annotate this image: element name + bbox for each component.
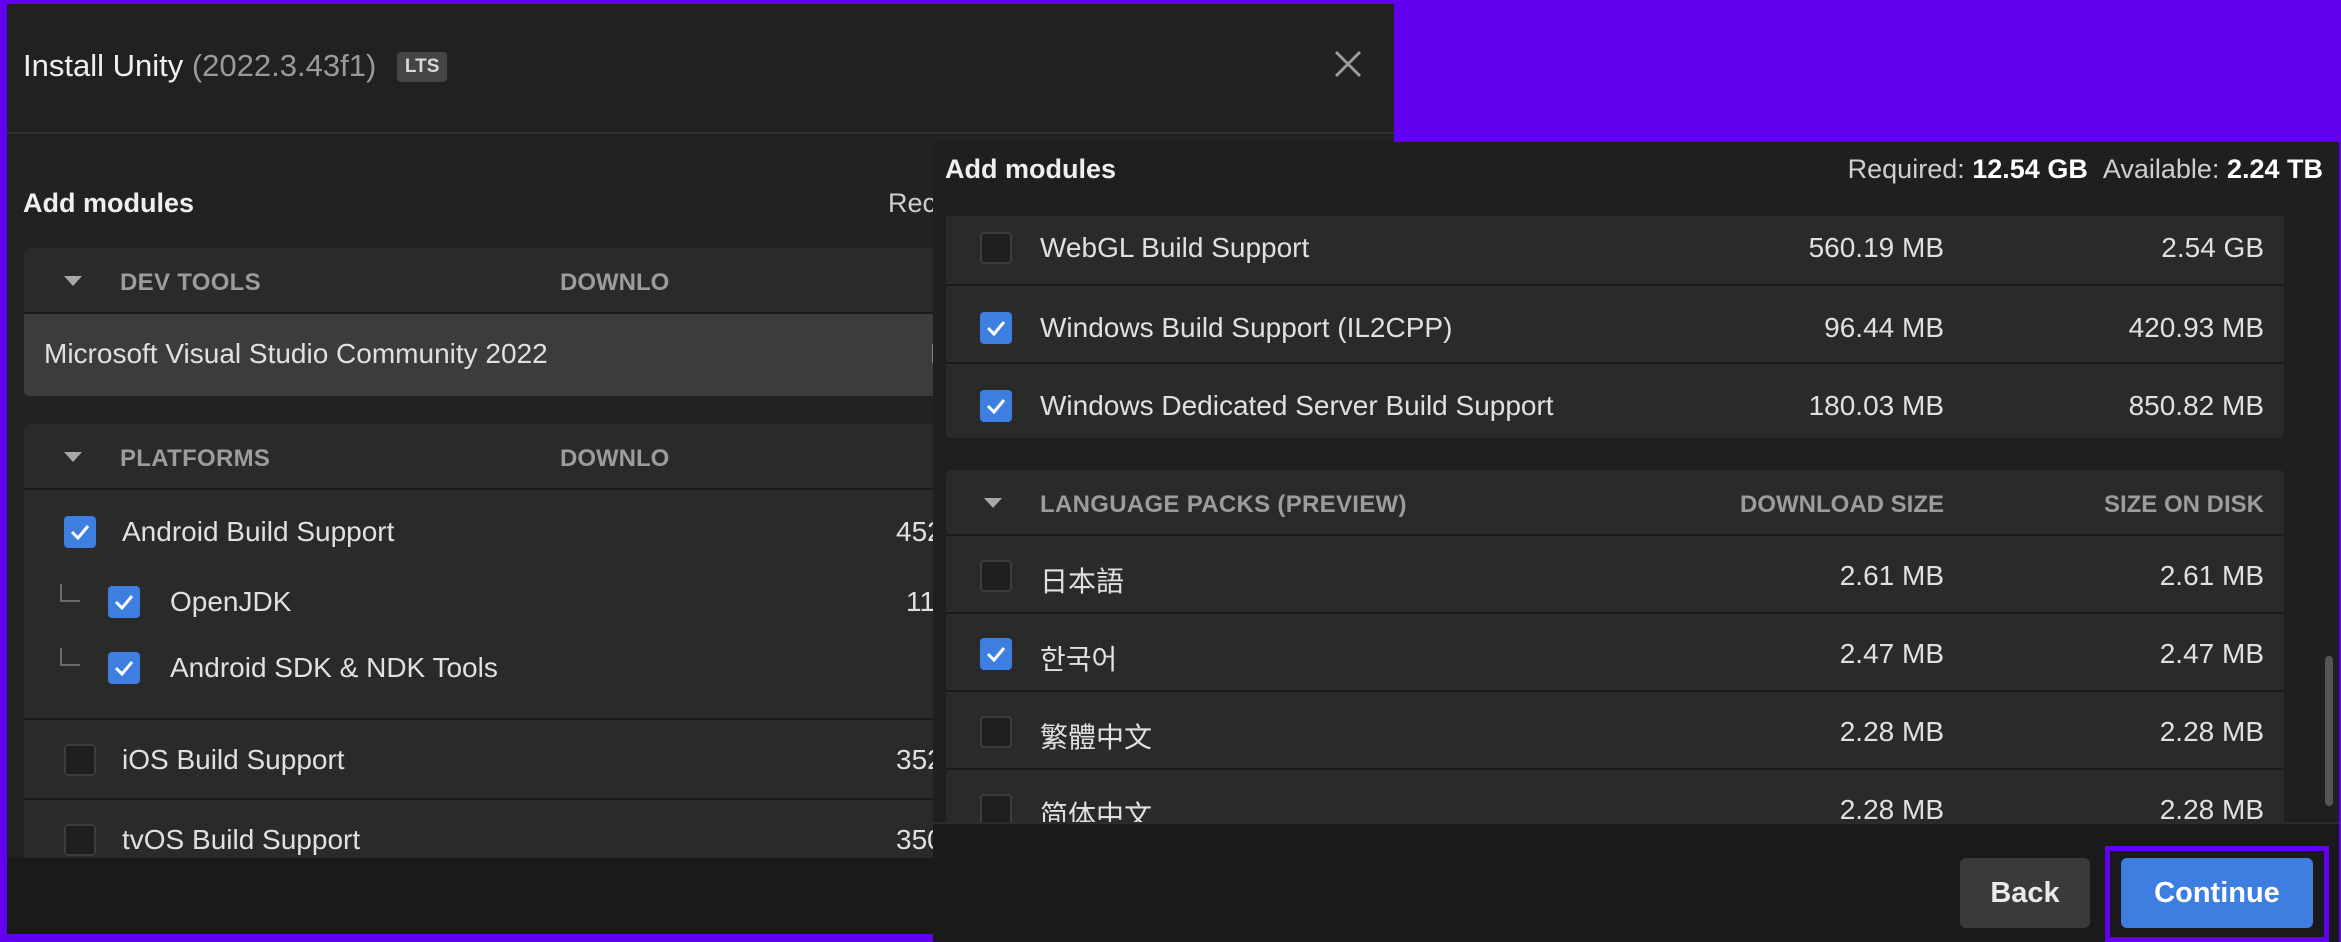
tree-connector <box>60 584 80 602</box>
add-modules-heading: Add modules <box>23 188 195 218</box>
required-label: Required: <box>1847 154 1965 184</box>
platforms-panel-continued: WebGL Build Support 560.19 MB 2.54 GB Wi… <box>946 216 2284 438</box>
disk-size: 2.28 MB <box>2159 794 2264 824</box>
item-label: 简体中文 <box>1040 800 1153 824</box>
download-size: 560.19 MB <box>1808 232 1944 263</box>
add-modules-heading: Add modules <box>945 154 1117 184</box>
group-name: DEV TOOLS <box>120 269 261 296</box>
download-size: 2.47 MB <box>1839 638 1944 669</box>
download-size: 96.44 MB <box>1824 312 1944 343</box>
disk-size: 2.28 MB <box>2159 716 2264 747</box>
checkbox-checked[interactable] <box>108 652 140 684</box>
download-size: 2.61 MB <box>1839 560 1944 591</box>
item-label: Android Build Support <box>122 516 395 547</box>
modules-scroll-area[interactable]: WebGL Build Support 560.19 MB 2.54 GB Wi… <box>933 216 2339 824</box>
language-packs-group-header[interactable]: LANGUAGE PACKS (PREVIEW) DOWNLOAD SIZE S… <box>946 470 2284 534</box>
title-text: Install Unity <box>23 48 184 83</box>
language-row[interactable]: 한국어 2.47 MB 2.47 MB <box>946 612 2284 692</box>
close-icon[interactable] <box>1328 44 1368 84</box>
platform-row[interactable]: Windows Build Support (IL2CPP) 96.44 MB … <box>946 284 2284 364</box>
checkmark-icon <box>986 647 1006 663</box>
required-value: 12.54 GB <box>1972 154 2088 184</box>
available-label: Available: <box>2102 154 2220 184</box>
back-button[interactable]: Back <box>1960 858 2090 928</box>
checkbox-unchecked[interactable] <box>980 716 1012 748</box>
disk-size: 2.61 MB <box>2159 560 2264 591</box>
checkbox-unchecked[interactable] <box>980 232 1012 264</box>
item-label: Android SDK & NDK Tools <box>170 652 498 683</box>
checkbox-checked[interactable] <box>980 390 1012 422</box>
continue-button[interactable]: Continue <box>2121 858 2313 928</box>
platform-row[interactable]: Windows Dedicated Server Build Support 1… <box>946 362 2284 438</box>
download-size: 2.28 MB <box>1839 716 1944 747</box>
checkmark-icon <box>114 661 134 677</box>
disk-size: 2.47 MB <box>2159 638 2264 669</box>
tree-connector <box>60 648 80 666</box>
checkbox-checked[interactable] <box>980 638 1012 670</box>
group-name: PLATFORMS <box>120 445 271 472</box>
version-text: (2022.3.43f1) <box>191 48 377 83</box>
dialog-header: Install Unity (2022.3.43f1) LTS <box>7 4 1394 134</box>
checkbox-checked[interactable] <box>108 586 140 618</box>
item-label: 한국어 <box>1040 644 1118 675</box>
disk-size: 850.82 MB <box>2128 390 2264 421</box>
platform-row[interactable]: WebGL Build Support 560.19 MB 2.54 GB <box>946 216 2284 284</box>
checkbox-checked[interactable] <box>64 516 96 548</box>
dialog-footer: Back Continue <box>933 822 2339 942</box>
chevron-down-icon <box>64 452 82 462</box>
disk-space-summary: Required: 12.54 GB Available: 2.24 TB <box>1848 154 2323 185</box>
item-label: iOS Build Support <box>122 744 345 775</box>
available-value: 2.24 TB <box>2226 154 2323 184</box>
language-row[interactable]: 简体中文 2.28 MB 2.28 MB <box>946 768 2284 824</box>
download-size: 180.03 MB <box>1808 390 1944 421</box>
checkbox-unchecked[interactable] <box>980 794 1012 824</box>
disk-size: 2.54 GB <box>2161 232 2264 263</box>
item-label: Windows Build Support (IL2CPP) <box>1040 312 1453 343</box>
download-column-header: DOWNLO <box>560 269 670 296</box>
language-packs-panel: LANGUAGE PACKS (PREVIEW) DOWNLOAD SIZE S… <box>946 470 2284 824</box>
download-size-header: DOWNLOAD SIZE <box>1740 491 1944 518</box>
checkmark-icon <box>986 321 1006 337</box>
checkbox-unchecked[interactable] <box>64 744 96 776</box>
install-dialog-foreground: Add modules Required: 12.54 GB Available… <box>933 142 2339 942</box>
checkbox-unchecked[interactable] <box>64 824 96 856</box>
size-on-disk-header: SIZE ON DISK <box>2103 491 2264 518</box>
group-name: LANGUAGE PACKS (PREVIEW) <box>1040 491 1407 518</box>
checkbox-checked[interactable] <box>980 312 1012 344</box>
item-label: tvOS Build Support <box>122 824 361 855</box>
chevron-down-icon <box>64 276 82 286</box>
item-label: Windows Dedicated Server Build Support <box>1040 390 1554 421</box>
item-label: Microsoft Visual Studio Community 2022 <box>44 338 548 369</box>
checkmark-icon <box>986 399 1006 415</box>
item-label: 日本語 <box>1040 566 1125 597</box>
checkmark-icon <box>114 595 134 611</box>
language-row[interactable]: 日本語 2.61 MB 2.61 MB <box>946 534 2284 614</box>
language-row[interactable]: 繁體中文 2.28 MB 2.28 MB <box>946 690 2284 770</box>
dialog-title: Install Unity (2022.3.43f1) LTS <box>23 48 448 84</box>
item-label: 繁體中文 <box>1040 722 1153 753</box>
scrollbar-thumb[interactable] <box>2325 656 2333 806</box>
checkbox-unchecked[interactable] <box>980 560 1012 592</box>
download-size: 2.28 MB <box>1839 794 1944 824</box>
item-label: OpenJDK <box>170 586 292 617</box>
item-label: WebGL Build Support <box>1040 232 1310 263</box>
download-column-header: DOWNLO <box>560 445 670 472</box>
checkmark-icon <box>70 525 90 541</box>
chevron-down-icon <box>984 498 1002 508</box>
lts-badge: LTS <box>396 52 448 82</box>
required-label-partial: Rec <box>888 188 937 218</box>
disk-size: 420.93 MB <box>2128 312 2264 343</box>
